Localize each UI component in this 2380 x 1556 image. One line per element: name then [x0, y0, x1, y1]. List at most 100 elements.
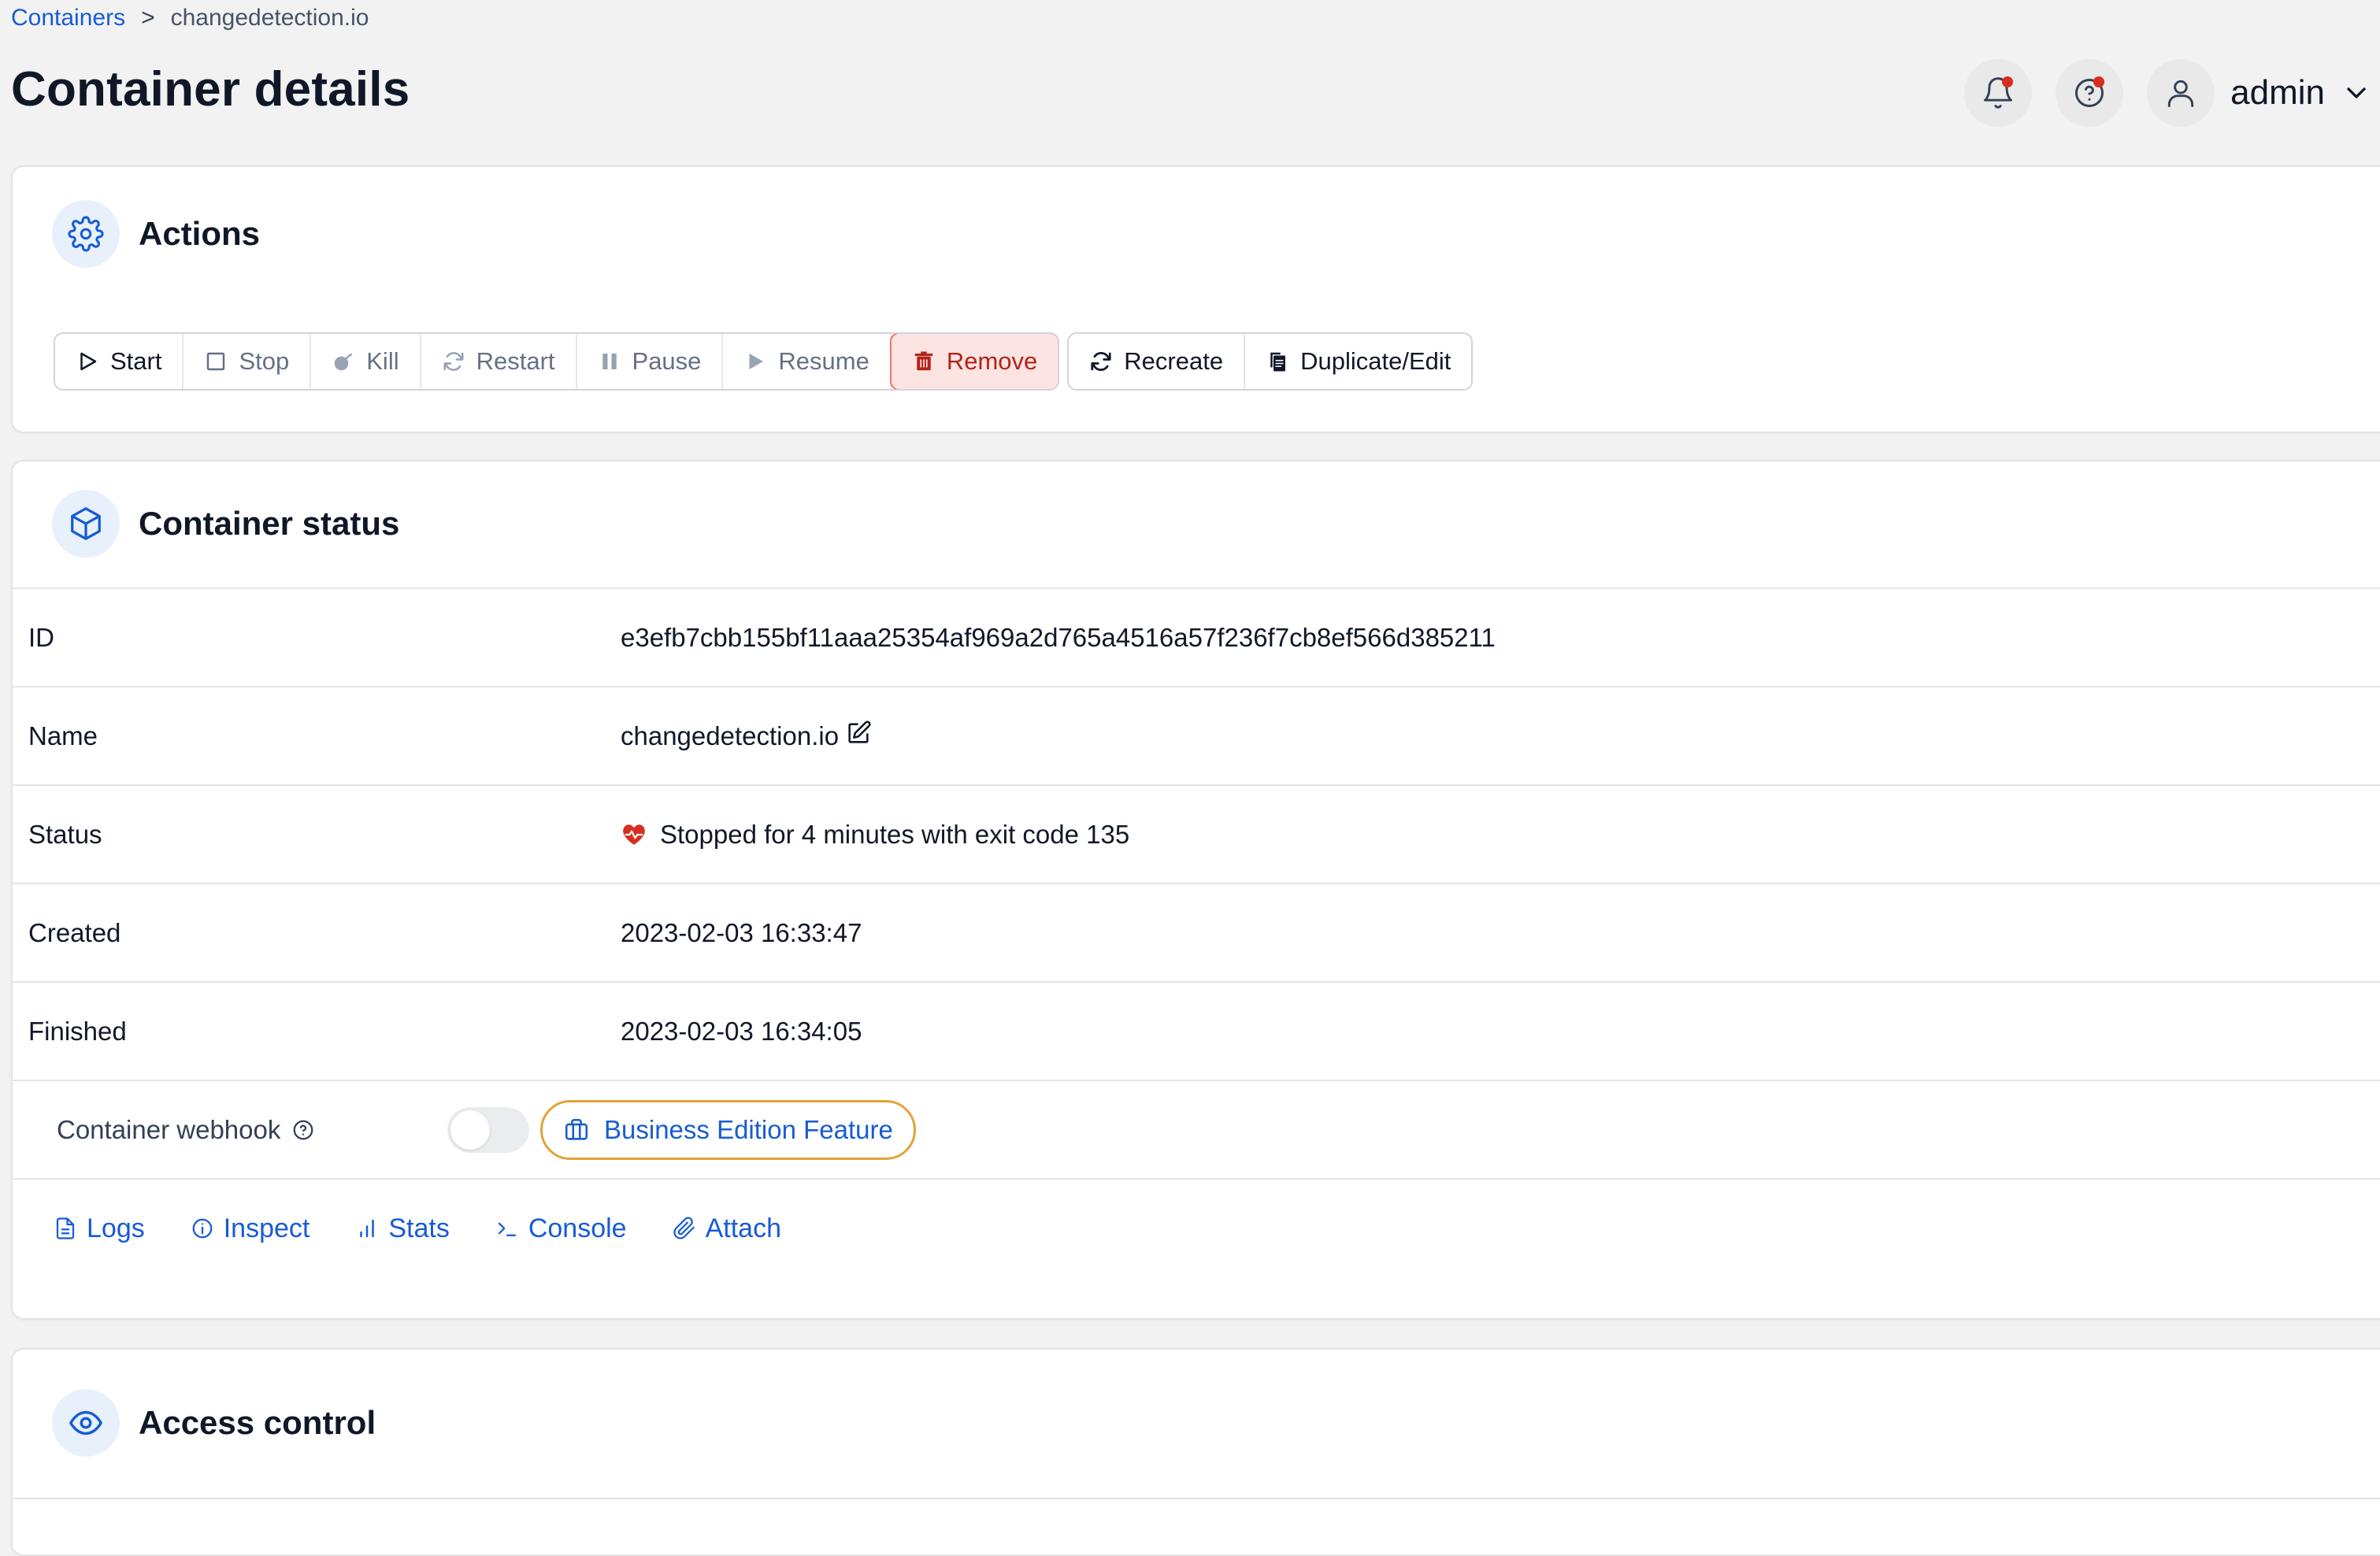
restart-button[interactable]: Restart: [421, 334, 577, 389]
created-row: Created 2023-02-03 16:33:47: [13, 883, 2380, 982]
breadcrumb: Containers > changedetection.io: [11, 5, 369, 31]
logs-label: Logs: [87, 1213, 145, 1243]
user-avatar[interactable]: [2147, 59, 2215, 127]
webhook-row: Container webhook Business Edition Featu…: [13, 1080, 2380, 1179]
start-button[interactable]: Start: [55, 334, 184, 389]
lifecycle-button-group: Start Stop Kill Restart Pause Resume Rem…: [54, 332, 1060, 391]
user-icon: [2168, 80, 2194, 107]
business-edition-badge[interactable]: Business Edition Feature: [540, 1100, 916, 1160]
webhook-toggle[interactable]: [447, 1107, 529, 1153]
heartbeat-icon: [623, 824, 645, 845]
status-value: Stopped for 4 minutes with exit code 135: [660, 820, 1130, 849]
status-value-wrap: Stopped for 4 minutes with exit code 135: [621, 820, 1129, 850]
pause-icon: [602, 354, 617, 369]
eye-icon: [69, 1410, 102, 1436]
notifications-button[interactable]: [1964, 59, 2033, 127]
remove-label: Remove: [946, 347, 1038, 375]
id-value: e3efb7cbb155bf11aaa25354af969a2d765a4516…: [621, 623, 1496, 652]
pause-label: Pause: [632, 347, 702, 375]
actions-card: Actions Start Stop Kill Restart Pause Re…: [11, 165, 2380, 433]
console-link[interactable]: Console: [495, 1213, 627, 1244]
name-label: Name: [28, 721, 98, 750]
resume-button[interactable]: Resume: [723, 334, 892, 389]
container-status-header: Container status: [13, 461, 2380, 586]
id-row: ID e3efb7cbb155bf11aaa25354af969a2d765a4…: [13, 587, 2380, 687]
trash-icon: [914, 351, 933, 371]
actions-icon-badge: [52, 200, 120, 268]
stop-square-icon: [207, 352, 225, 371]
bomb-icon: [335, 354, 353, 371]
breadcrumb-current: changedetection.io: [170, 5, 369, 31]
attach-link[interactable]: Attach: [673, 1213, 781, 1244]
duplicate-edit-label: Duplicate/Edit: [1300, 347, 1451, 375]
container-links: Logs Inspect Stats Console Attach: [54, 1213, 781, 1244]
page-title: Container details: [11, 62, 410, 117]
restart-label: Restart: [476, 347, 555, 375]
container-status-title: Container status: [139, 505, 400, 542]
recreate-label: Recreate: [1124, 347, 1224, 375]
inspect-label: Inspect: [223, 1213, 310, 1243]
remove-button[interactable]: Remove: [889, 334, 1058, 389]
chevron-down-icon[interactable]: [2341, 77, 2372, 109]
help-circle-icon[interactable]: [291, 1118, 315, 1142]
user-name[interactable]: admin: [2230, 73, 2325, 113]
attach-label: Attach: [705, 1213, 781, 1243]
actions-card-header: Actions: [13, 167, 2380, 301]
toggle-knob: [450, 1110, 490, 1150]
created-value: 2023-02-03 16:33:47: [621, 918, 862, 947]
finished-label: Finished: [28, 1017, 127, 1046]
pause-button[interactable]: Pause: [576, 334, 724, 389]
kill-label: Kill: [366, 347, 399, 375]
access-control-header: Access control: [13, 1350, 2380, 1496]
container-status-icon-badge: [52, 490, 120, 558]
name-value: changedetection.io: [621, 721, 840, 750]
resume-label: Resume: [778, 347, 869, 375]
copy-icon: [1270, 352, 1286, 372]
business-edition-label: Business Edition Feature: [604, 1115, 893, 1144]
recreate-button[interactable]: Recreate: [1069, 334, 1246, 389]
edit-icon[interactable]: [845, 720, 872, 747]
paperclip-icon: [673, 1217, 695, 1239]
inspect-link[interactable]: Inspect: [191, 1213, 310, 1244]
kill-button[interactable]: Kill: [311, 334, 421, 389]
access-control-card: Access control: [11, 1348, 2380, 1556]
terminal-icon: [498, 1222, 516, 1236]
stats-label: Stats: [388, 1213, 450, 1243]
actions-title: Actions: [139, 215, 261, 252]
stats-link[interactable]: Stats: [355, 1213, 450, 1244]
refresh-icon: [443, 352, 464, 371]
sync-icon: [1091, 351, 1111, 372]
duplicate-edit-button[interactable]: Duplicate/Edit: [1245, 334, 1472, 389]
actions-toolbar: Start Stop Kill Restart Pause Resume Rem…: [54, 332, 1474, 391]
header-toolbar: admin: [1964, 58, 2380, 128]
status-label: Status: [28, 820, 102, 849]
webhook-label-wrap: Container webhook: [57, 1115, 315, 1145]
help-button[interactable]: [2056, 59, 2124, 127]
recreate-button-group: Recreate Duplicate/Edit: [1067, 332, 1474, 391]
briefcase-icon: [565, 1118, 588, 1140]
breadcrumb-separator: >: [141, 5, 155, 31]
gear-icon: [68, 216, 104, 252]
logs-link[interactable]: Logs: [54, 1213, 145, 1244]
name-value-wrap: changedetection.io: [621, 721, 872, 751]
breadcrumb-containers-link[interactable]: Containers: [11, 5, 125, 31]
console-label: Console: [528, 1213, 627, 1243]
stop-button[interactable]: Stop: [184, 334, 312, 389]
play-outline-icon: [80, 352, 97, 371]
container-status-card: Container status ID e3efb7cbb155bf11aaa2…: [11, 460, 2380, 1320]
finished-row: Finished 2023-02-03 16:34:05: [13, 981, 2380, 1080]
cube-icon: [71, 507, 101, 540]
created-label: Created: [28, 918, 121, 947]
start-label: Start: [110, 347, 162, 375]
bar-chart-icon: [360, 1219, 375, 1238]
name-row: Name changedetection.io: [13, 686, 2380, 785]
webhook-label: Container webhook: [57, 1115, 281, 1144]
info-icon: [192, 1218, 213, 1239]
access-control-icon-badge: [52, 1389, 120, 1457]
finished-value: 2023-02-03 16:34:05: [621, 1017, 862, 1046]
access-control-title: Access control: [139, 1404, 376, 1441]
file-text-icon: [56, 1217, 75, 1239]
play-icon: [749, 354, 764, 369]
id-label: ID: [28, 623, 54, 652]
status-row: Status Stopped for 4 minutes with exit c…: [13, 784, 2380, 884]
